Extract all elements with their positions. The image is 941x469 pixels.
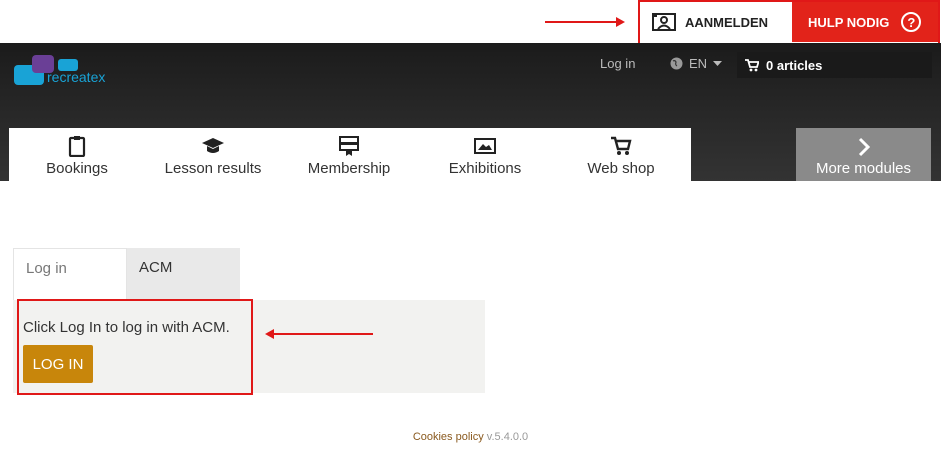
language-selector[interactable]: EN bbox=[670, 56, 723, 71]
globe-icon bbox=[670, 57, 683, 70]
more-modules-button[interactable]: More modules bbox=[796, 128, 931, 181]
picture-icon bbox=[474, 138, 496, 154]
page: AANMELDEN HULP NODIG ? recreatex Log in … bbox=[0, 0, 941, 469]
module-label: Exhibitions bbox=[448, 160, 522, 177]
annotation-arrow-top bbox=[545, 17, 625, 27]
module-label: Membership bbox=[307, 160, 391, 177]
module-label: Lesson results bbox=[164, 160, 262, 177]
login-tabs: Log in ACM bbox=[13, 248, 240, 300]
module-label: Web shop bbox=[587, 160, 655, 177]
module-exhibitions[interactable]: Exhibitions bbox=[417, 128, 553, 181]
module-web-shop[interactable]: Web shop bbox=[553, 128, 689, 181]
annotation-arrow-login bbox=[265, 329, 373, 339]
chevron-down-icon bbox=[713, 60, 723, 66]
tab-acm[interactable]: ACM bbox=[127, 248, 240, 300]
module-label: Bookings bbox=[46, 160, 108, 177]
membership-card-icon bbox=[339, 136, 359, 156]
annotation-frame-login bbox=[17, 299, 253, 395]
cart-icon bbox=[745, 58, 759, 71]
module-bookings[interactable]: Bookings bbox=[9, 128, 145, 181]
cart-label: 0 articles bbox=[766, 57, 823, 73]
more-modules-label: More modules bbox=[815, 160, 912, 177]
clipboard-icon bbox=[68, 136, 86, 157]
header-login-link[interactable]: Log in bbox=[600, 56, 635, 71]
module-nav: Bookings Lesson results Membership Exhib… bbox=[9, 128, 691, 181]
cart-button[interactable]: 0 articles bbox=[737, 52, 932, 78]
module-lesson-results[interactable]: Lesson results bbox=[145, 128, 281, 181]
annotation-frame-acm bbox=[638, 0, 940, 48]
language-label: EN bbox=[689, 56, 708, 71]
tab-log-in[interactable]: Log in bbox=[13, 248, 127, 300]
graduation-cap-icon bbox=[202, 138, 224, 153]
cookies-policy-link[interactable]: Cookies policy bbox=[413, 431, 484, 443]
version-label: v.5.4.0.0 bbox=[486, 431, 529, 443]
module-membership[interactable]: Membership bbox=[281, 128, 417, 181]
logo-text: recreatex bbox=[47, 69, 106, 85]
chevron-right-icon bbox=[858, 137, 870, 157]
footer: Cookies policy v.5.4.0.0 bbox=[0, 431, 941, 443]
cart-icon bbox=[611, 136, 632, 155]
